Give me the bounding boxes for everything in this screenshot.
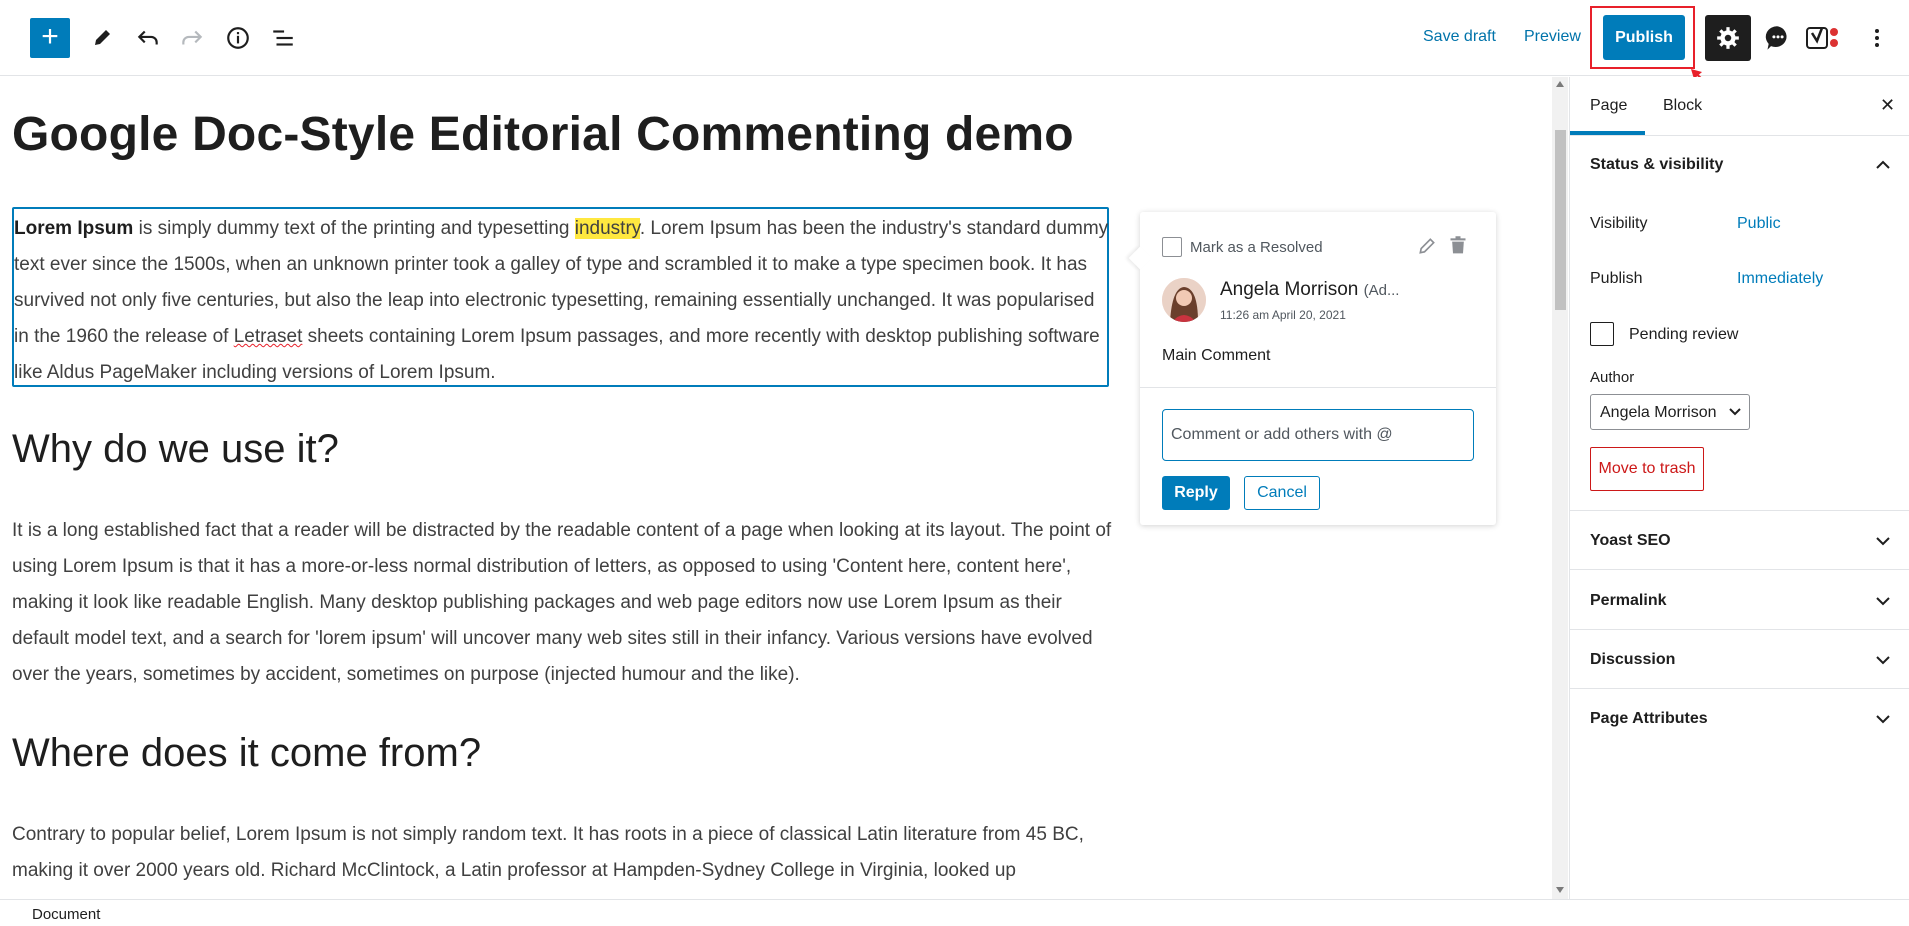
author-select-value: Angela Morrison — [1600, 404, 1717, 421]
divider — [1570, 510, 1909, 511]
chevron-down-icon[interactable] — [1875, 533, 1891, 549]
commented-highlight[interactable]: industry — [574, 218, 640, 239]
cancel-button[interactable]: Cancel — [1244, 476, 1320, 510]
comment-icon — [1765, 26, 1787, 50]
divider — [1570, 629, 1909, 630]
divider — [1570, 135, 1909, 136]
panel-page-attributes[interactable]: Page Attributes — [1590, 710, 1708, 728]
gear-icon — [1717, 27, 1739, 49]
paragraph-text: Lorem Ipsum is simply dummy text of the … — [14, 211, 1111, 391]
scrollbar-thumb[interactable] — [1555, 130, 1566, 310]
settings-sidebar: Page Block ✕ Status & visibility Visibil… — [1569, 77, 1909, 899]
tab-page[interactable]: Page — [1590, 97, 1627, 115]
pending-review-label: Pending review — [1629, 326, 1739, 343]
list-view-icon — [273, 30, 293, 46]
comment-author: Angela Morrison (Ad... — [1220, 279, 1399, 301]
paragraph-block[interactable]: Contrary to popular belief, Lorem Ipsum … — [12, 817, 1112, 889]
redo-icon — [182, 30, 203, 45]
redo-button[interactable] — [172, 18, 212, 58]
pencil-icon — [95, 30, 110, 45]
edit-icon[interactable] — [1417, 236, 1437, 256]
panel-status-visibility[interactable]: Status & visibility — [1590, 156, 1723, 174]
panel-discussion[interactable]: Discussion — [1590, 651, 1675, 669]
trash-icon[interactable] — [1448, 234, 1468, 256]
visibility-toggle[interactable]: Public — [1737, 215, 1781, 233]
list-view-button[interactable] — [263, 18, 303, 58]
breadcrumb-document[interactable]: Document — [32, 906, 100, 923]
undo-button[interactable] — [128, 18, 168, 58]
comment-caret — [1128, 246, 1152, 270]
publish-button[interactable]: Publish — [1603, 15, 1685, 60]
divider — [1570, 688, 1909, 689]
chevron-down-icon[interactable] — [1875, 593, 1891, 609]
misspelled-word: Letraset — [233, 326, 303, 347]
settings-button[interactable] — [1705, 15, 1751, 61]
more-options-button[interactable] — [1857, 18, 1897, 58]
yoast-icon — [1806, 27, 1838, 49]
chevron-down-icon — [1729, 408, 1741, 416]
chevron-up-icon[interactable] — [1875, 157, 1891, 173]
scroll-up-icon[interactable] — [1556, 81, 1564, 87]
divider — [1570, 569, 1909, 570]
scroll-down-icon[interactable] — [1556, 887, 1564, 893]
post-title[interactable]: Google Doc-Style Editorial Commenting de… — [12, 107, 1074, 162]
author-select[interactable]: Angela Morrison — [1590, 394, 1750, 430]
publish-date-toggle[interactable]: Immediately — [1737, 270, 1823, 288]
reply-button[interactable]: Reply — [1162, 476, 1230, 510]
resolve-checkbox[interactable] — [1162, 237, 1182, 257]
yoast-button[interactable] — [1803, 18, 1843, 58]
bold-text: Lorem Ipsum — [14, 218, 134, 239]
undo-icon — [137, 30, 158, 45]
publish-label: Publish — [1590, 270, 1643, 287]
resolve-label: Mark as a Resolved — [1190, 239, 1323, 256]
chevron-down-icon[interactable] — [1875, 652, 1891, 668]
comments-button[interactable] — [1758, 18, 1798, 58]
editor-scrollbar[interactable] — [1552, 77, 1568, 899]
pending-review-checkbox[interactable] — [1590, 322, 1614, 346]
save-draft-button[interactable]: Save draft — [1423, 28, 1496, 46]
panel-yoast-seo[interactable]: Yoast SEO — [1590, 532, 1671, 550]
chevron-down-icon[interactable] — [1875, 711, 1891, 727]
editor-toolbar: + Save draft Preview Publish — [0, 0, 1909, 97]
info-icon — [227, 27, 249, 49]
plus-icon: + — [41, 20, 59, 53]
selected-paragraph-block[interactable]: Lorem Ipsum is simply dummy text of the … — [12, 207, 1109, 387]
heading-block[interactable]: Where does it come from? — [12, 731, 481, 776]
panel-permalink[interactable]: Permalink — [1590, 592, 1666, 610]
comment-card: Mark as a Resolved Angela Morrison (Ad..… — [1128, 212, 1496, 525]
reply-input[interactable]: Comment or add others with @ — [1162, 409, 1474, 461]
avatar — [1162, 278, 1206, 322]
comment-timestamp: 11:26 am April 20, 2021 — [1220, 308, 1346, 322]
preview-button[interactable]: Preview — [1524, 28, 1581, 46]
text-run: is simply dummy text of the printing and… — [133, 218, 575, 239]
add-block-button[interactable]: + — [30, 18, 70, 58]
more-vertical-icon — [1875, 29, 1879, 47]
tools-button[interactable] — [82, 18, 122, 58]
editor-canvas: Google Doc-Style Editorial Commenting de… — [0, 77, 1554, 899]
paragraph-block[interactable]: It is a long established fact that a rea… — [12, 513, 1112, 693]
author-label: Author — [1590, 369, 1635, 386]
comment-text: Main Comment — [1162, 347, 1271, 364]
visibility-label: Visibility — [1590, 215, 1648, 232]
details-button[interactable] — [218, 18, 258, 58]
divider — [1140, 387, 1496, 388]
move-to-trash-button[interactable]: Move to trash — [1590, 447, 1704, 491]
author-role: (Ad... — [1363, 282, 1400, 299]
tab-block[interactable]: Block — [1663, 97, 1702, 115]
author-name: Angela Morrison — [1220, 279, 1359, 300]
block-breadcrumb-bar: Document — [0, 899, 1909, 926]
close-icon[interactable]: ✕ — [1880, 95, 1895, 116]
heading-block[interactable]: Why do we use it? — [12, 427, 339, 472]
